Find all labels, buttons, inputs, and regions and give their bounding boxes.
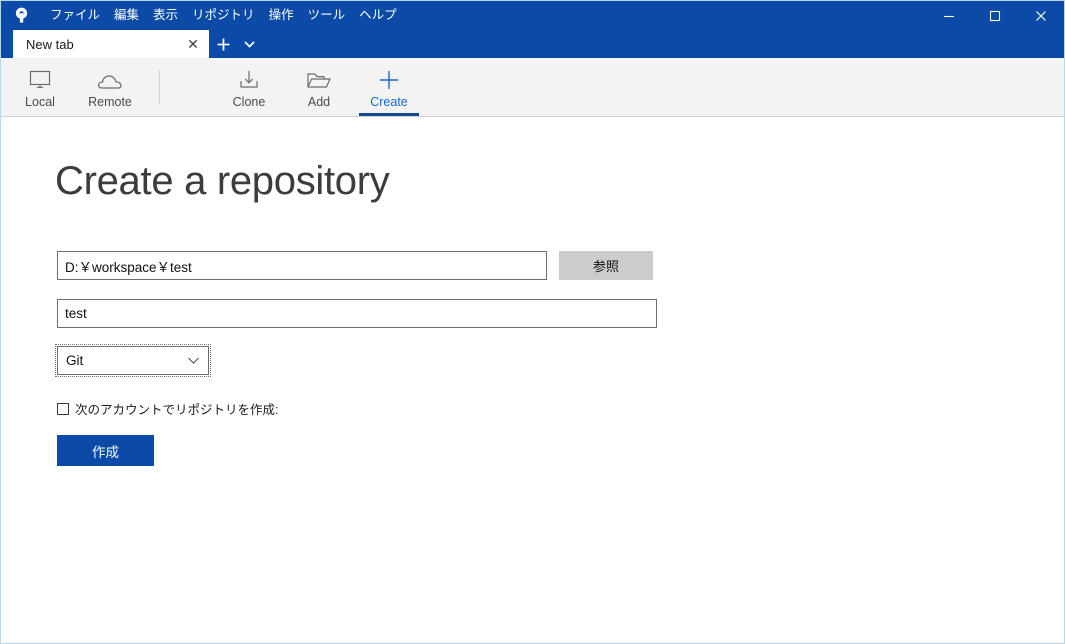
chevron-down-icon (184, 356, 202, 365)
toolbar-item-local[interactable]: Local (5, 58, 75, 116)
toolbar-separator (159, 70, 160, 104)
browse-button[interactable]: 参照 (559, 251, 653, 280)
new-tab-button[interactable] (209, 30, 237, 58)
toolbar-item-label: Add (307, 95, 331, 110)
repository-name-row: test (57, 299, 657, 328)
menu-item-actions[interactable]: 操作 (262, 5, 301, 26)
toolbar-item-label: Remote (88, 95, 132, 110)
destination-path-row: D:￥workspace￥test 参照 (57, 251, 653, 280)
close-icon[interactable]: ✕ (183, 34, 203, 54)
toolbar-item-remote[interactable]: Remote (75, 58, 145, 116)
close-button[interactable] (1018, 1, 1064, 30)
create-button[interactable]: 作成 (57, 435, 154, 466)
menu-item-help[interactable]: ヘルプ (352, 5, 404, 26)
monitor-icon (28, 65, 52, 91)
account-checkbox[interactable] (57, 402, 69, 415)
menu-item-tools[interactable]: ツール (301, 5, 353, 26)
toolbar-item-clone[interactable]: Clone (214, 58, 284, 116)
minimize-button[interactable] (926, 1, 972, 30)
submit-row: 作成 (57, 435, 154, 466)
toolbar-gap (178, 58, 214, 116)
download-icon (237, 65, 261, 91)
toolbar-item-create[interactable]: Create (354, 58, 424, 116)
active-tab-indicator (359, 113, 419, 116)
maximize-button[interactable] (972, 1, 1018, 30)
app-window: ファイル 編集 表示 リポジトリ 操作 ツール ヘルプ New tab ✕ Lo… (0, 0, 1065, 644)
open-folder-icon (306, 65, 332, 91)
toolbar-item-label: Clone (232, 95, 266, 110)
main-toolbar: Local Remote Clone Add Create (1, 58, 1064, 117)
menu-item-file[interactable]: ファイル (43, 5, 107, 26)
repository-type-select[interactable]: Git (55, 344, 211, 377)
tab-strip: New tab ✕ (1, 30, 1064, 58)
repository-type-row: Git (55, 344, 211, 377)
repository-name-input[interactable]: test (57, 299, 657, 328)
menu-item-repository[interactable]: リポジトリ (185, 5, 262, 26)
destination-path-input[interactable]: D:￥workspace￥test (57, 251, 547, 280)
toolbar-item-label: Create (370, 95, 408, 110)
page-title: Create a repository (55, 159, 390, 203)
menu-bar: ファイル 編集 表示 リポジトリ 操作 ツール ヘルプ (43, 1, 404, 30)
account-checkbox-label: 次のアカウントでリポジトリを作成: (75, 403, 279, 417)
menu-item-edit[interactable]: 編集 (107, 5, 146, 26)
tab-label: New tab (26, 36, 74, 52)
title-bar: ファイル 編集 表示 リポジトリ 操作 ツール ヘルプ (1, 1, 1064, 30)
toolbar-item-label: Local (25, 95, 55, 110)
window-controls (926, 1, 1064, 30)
account-checkbox-row[interactable]: 次のアカウントでリポジトリを作成: (57, 399, 278, 418)
toolbar-item-add[interactable]: Add (284, 58, 354, 116)
chevron-down-icon[interactable] (237, 30, 261, 58)
plus-icon (378, 65, 400, 91)
cloud-icon (97, 65, 123, 91)
main-content: Create a repository D:￥workspace￥test 参照… (1, 117, 1064, 643)
tab-new-tab[interactable]: New tab ✕ (13, 30, 209, 58)
menu-item-view[interactable]: 表示 (146, 5, 185, 26)
sourcetree-logo-icon (7, 1, 35, 30)
repository-type-value: Git (66, 353, 84, 368)
